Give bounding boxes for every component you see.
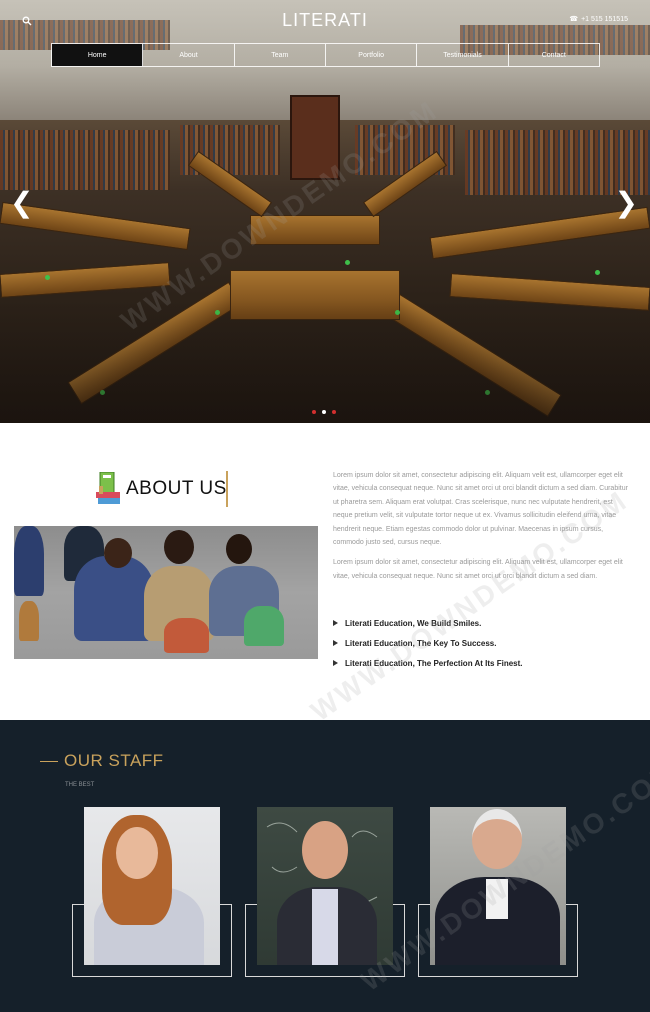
slider-dot[interactable] xyxy=(312,410,316,414)
list-item-label: Literati Education, The Perfection At It… xyxy=(345,658,523,668)
staff-card[interactable] xyxy=(72,807,232,977)
hero-lamp xyxy=(595,270,600,275)
bullet-icon xyxy=(333,640,338,646)
slider-dot-active[interactable] xyxy=(322,410,326,414)
about-paragraph: Lorem ipsum dolor sit amet, consectetur … xyxy=(333,559,623,580)
hero-desk xyxy=(250,215,380,245)
nav-home[interactable]: Home xyxy=(52,44,144,66)
nav-portfolio[interactable]: Portfolio xyxy=(326,44,418,66)
about-title-divider xyxy=(226,471,228,507)
staff-shirt xyxy=(486,879,508,919)
student-head xyxy=(164,530,194,564)
hero-lamp xyxy=(345,260,350,265)
hero-door xyxy=(290,95,340,180)
list-item: Literati Education, We Build Smiles. xyxy=(333,613,633,633)
student-backpack xyxy=(164,618,209,653)
about-paragraph: Lorem ipsum dolor sit amet, consectetur … xyxy=(333,472,628,547)
staff-title: OUR STAFF xyxy=(64,751,164,770)
page: LITERATI ☎ +1 515 151515 Home About Team … xyxy=(0,0,650,1012)
hero-lamp xyxy=(45,275,50,280)
staff-photo xyxy=(430,807,566,965)
about-heading: ABOUT US xyxy=(96,471,228,507)
main-nav: Home About Team Portfolio Testimonials C… xyxy=(51,43,600,67)
list-item: Literati Education, The Perfection At It… xyxy=(333,653,633,673)
hero-floor xyxy=(0,300,650,423)
list-item: Literati Education, The Key To Success. xyxy=(333,633,633,653)
staff-card[interactable] xyxy=(245,807,405,977)
staff-title-line xyxy=(40,760,58,762)
staff-shirt xyxy=(312,889,338,965)
phone-number: ☎ +1 515 151515 xyxy=(569,15,628,23)
nav-contact[interactable]: Contact xyxy=(509,44,599,66)
about-list: Literati Education, We Build Smiles. Lit… xyxy=(333,613,633,673)
books-icon xyxy=(96,472,120,504)
staff-card[interactable] xyxy=(418,807,578,977)
bullet-icon xyxy=(333,620,338,626)
nav-about[interactable]: About xyxy=(143,44,235,66)
phone-icon: ☎ xyxy=(569,16,579,23)
hero-desk xyxy=(0,262,171,298)
nav-testimonials[interactable]: Testimonials xyxy=(417,44,509,66)
students-photo xyxy=(14,526,318,659)
student-boot xyxy=(19,601,39,641)
slider-dots xyxy=(312,410,336,414)
student-head xyxy=(104,538,132,568)
slider-dot[interactable] xyxy=(332,410,336,414)
site-logo[interactable]: LITERATI xyxy=(0,10,650,31)
nav-team[interactable]: Team xyxy=(235,44,326,66)
staff-photo xyxy=(257,807,393,965)
staff-photo xyxy=(84,807,220,965)
staff-head xyxy=(472,809,522,869)
bullet-icon xyxy=(333,660,338,666)
about-section: ABOUT US Lorem ipsum dolor sit amet, con… xyxy=(0,423,650,720)
hero-slider: LITERATI ☎ +1 515 151515 Home About Team … xyxy=(0,0,650,423)
student-head xyxy=(226,534,252,564)
staff-heading: OUR STAFF xyxy=(40,751,164,771)
student-figure xyxy=(74,556,154,641)
phone-text: +1 515 151515 xyxy=(581,16,628,23)
staff-head xyxy=(302,821,348,879)
hero-bookshelf xyxy=(0,130,170,190)
list-item-label: Literati Education, We Build Smiles. xyxy=(345,618,482,628)
slider-prev-icon[interactable]: ❮ xyxy=(10,189,33,217)
staff-head xyxy=(116,827,158,879)
about-description: Lorem ipsum dolor sit amet, consectetur … xyxy=(333,469,633,590)
staff-subtitle: THE BEST xyxy=(65,782,95,788)
student-figure xyxy=(14,526,44,596)
student-backpack xyxy=(244,606,284,646)
slider-next-icon[interactable]: ❯ xyxy=(615,189,638,217)
staff-section: OUR STAFF THE BEST xyxy=(0,720,650,1012)
about-title: ABOUT US xyxy=(126,478,227,499)
list-item-label: Literati Education, The Key To Success. xyxy=(345,638,497,648)
